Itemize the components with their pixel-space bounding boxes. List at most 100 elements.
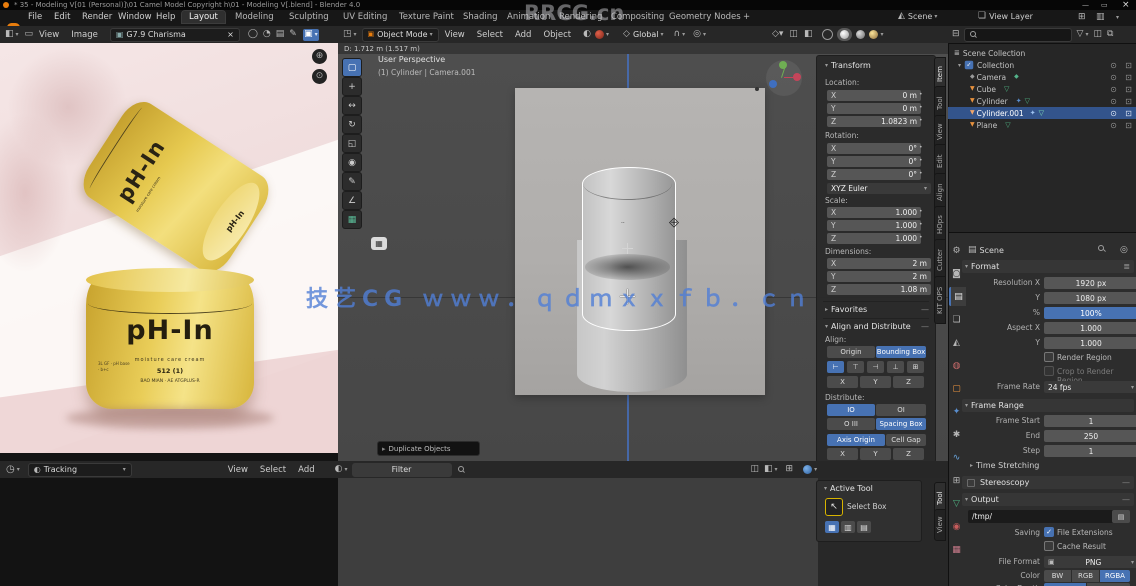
tool-option-3[interactable]: ▤ xyxy=(857,521,871,533)
gizmo-y-axis[interactable] xyxy=(779,61,787,69)
eye-icon[interactable]: ⊙ xyxy=(1106,97,1121,106)
axis-origin-button[interactable]: Axis Origin xyxy=(827,434,885,446)
display-channel-icon[interactable]: ◫ xyxy=(751,465,760,474)
properties-tab-view-layer[interactable]: ❏ xyxy=(949,310,964,329)
time-stretching-panel[interactable]: ▸ Time Stretching xyxy=(968,461,1039,470)
align-bbox-button[interactable]: Bounding Box xyxy=(876,346,926,358)
show-gizmo-icon[interactable]: ◇▾ xyxy=(772,30,783,39)
distribute-spacing-button[interactable]: Spacing Box xyxy=(876,418,926,430)
render-region-checkbox[interactable] xyxy=(1044,352,1054,362)
eye-icon[interactable]: ⊙ xyxy=(1106,109,1121,118)
eye-icon[interactable]: ⊙ xyxy=(1106,73,1121,82)
bottom-content-center[interactable] xyxy=(338,478,818,586)
resolution-x-field[interactable]: 1920 px xyxy=(1044,277,1136,289)
orientation-label[interactable]: Global xyxy=(633,30,659,39)
outliner-row-scene-collection[interactable]: ≣ Scene Collection xyxy=(948,47,1136,59)
render-visibility-icon[interactable]: ⊡ xyxy=(1121,121,1136,130)
align-axis-z[interactable]: Z xyxy=(893,376,924,388)
falloff-sphere-icon[interactable] xyxy=(595,30,604,39)
view-layer-selector[interactable]: ❏ View Layer xyxy=(978,12,1033,21)
folder-browse-button[interactable]: ▤ xyxy=(1112,510,1130,523)
bottom-menu-select[interactable]: Select xyxy=(254,465,292,475)
color-rgb-button[interactable]: RGB xyxy=(1072,570,1099,582)
bottom-content-left[interactable] xyxy=(0,478,338,586)
distribute-axis-y[interactable]: Y xyxy=(860,448,891,460)
overlay-icon[interactable]: ▤ xyxy=(276,30,285,39)
outliner-row-plane[interactable]: ▼ Plane ▽ ⊙ ⊡ xyxy=(948,119,1136,131)
transform-orientation-icon[interactable]: ◇ xyxy=(623,30,630,39)
image-zoom-button[interactable]: ⊕ xyxy=(312,49,327,64)
format-panel-header[interactable]: ▾ Format ≣ xyxy=(962,260,1134,273)
tab-geometry-nodes[interactable]: Geometry Nodes xyxy=(662,11,748,23)
tool-measure[interactable]: ∠ xyxy=(342,191,362,210)
file-format-dropdown[interactable]: ▣ PNG▾ xyxy=(1044,556,1136,568)
mode-transfer-icon[interactable]: ◐ xyxy=(583,30,591,39)
xray-icon[interactable]: ◧ xyxy=(804,30,813,39)
rotation-mode-dropdown[interactable]: XYZ Euler▾ xyxy=(827,183,931,194)
tool-transform[interactable]: ◉ xyxy=(342,153,362,172)
resolution-pct-slider[interactable]: 100% xyxy=(1044,307,1136,319)
close-button[interactable]: × xyxy=(1122,0,1130,10)
clip-mode-dropdown[interactable]: ◐ Tracking ▾ xyxy=(28,463,132,477)
rotation-y-field[interactable]: Y0° xyxy=(827,156,921,167)
lock-icon[interactable]: • xyxy=(919,145,923,151)
distribute-io-button[interactable]: IO xyxy=(827,404,875,416)
image-menu-image[interactable]: Image xyxy=(65,30,104,40)
tool-rotate[interactable]: ↻ xyxy=(342,115,362,134)
stereoscopy-checkbox[interactable] xyxy=(967,479,975,487)
image-menu-view[interactable]: View xyxy=(33,30,65,40)
minimize-button[interactable]: — xyxy=(1082,1,1089,9)
tab-add-workspace[interactable]: + xyxy=(736,11,757,23)
aspect-y-field[interactable]: 1.000 xyxy=(1044,337,1136,349)
tab-modeling[interactable]: Modeling xyxy=(228,11,281,23)
new-collection-icon[interactable]: ◫ xyxy=(1093,30,1102,39)
display-split-icon[interactable]: ◧ xyxy=(764,465,773,474)
outliner-row-cylinder-001-selected[interactable]: ▼ Cylinder.001 ✦ ▽ ⊙ ⊡ xyxy=(948,107,1136,119)
align-axis-y[interactable]: Y xyxy=(860,376,891,388)
viewport-editor-type-icon[interactable]: ◳▾ xyxy=(343,30,357,39)
collection-checkbox[interactable]: ✓ xyxy=(965,61,974,70)
shading-solid-icon[interactable] xyxy=(837,28,852,41)
align-icon-2[interactable]: ⊤ xyxy=(847,361,864,373)
properties-tab-object[interactable]: ▢ xyxy=(949,379,964,398)
scale-y-field[interactable]: Y1.000 xyxy=(827,220,921,231)
distribute-axis-x[interactable]: X xyxy=(827,448,858,460)
tool-add-cube[interactable]: ▦ xyxy=(342,210,362,229)
resolution-y-field[interactable]: 1080 px xyxy=(1044,292,1136,304)
view-mode-icon[interactable]: ▭ xyxy=(25,30,34,39)
filter-funnel-icon[interactable]: ▽▾ xyxy=(1077,30,1089,39)
output-path-field[interactable]: /tmp/ xyxy=(968,510,1116,523)
mode-selector[interactable]: ▣ Object Mode ▾ xyxy=(362,28,439,42)
output-panel-header[interactable]: ▾ Output — xyxy=(962,493,1134,506)
align-icon-1[interactable]: ⊢ xyxy=(827,361,844,373)
disclosure-icon[interactable]: ▾ xyxy=(958,62,961,69)
rotation-z-field[interactable]: Z0° xyxy=(827,169,921,180)
favorites-panel-header[interactable]: ▸ Favorites — xyxy=(823,301,929,314)
preset-icon[interactable]: ≣ xyxy=(1123,262,1130,271)
lasso-icon[interactable]: ◯ xyxy=(248,30,258,39)
lock-icon[interactable]: • xyxy=(919,209,923,215)
menu-file[interactable]: File xyxy=(22,12,48,22)
location-x-field[interactable]: X0 m xyxy=(827,90,921,101)
proportional-editing-icon[interactable]: ◎ xyxy=(693,30,701,39)
viewport-menu-view[interactable]: View xyxy=(439,30,471,40)
aspect-x-field[interactable]: 1.000 xyxy=(1044,322,1136,334)
clip-editor-type-icon[interactable]: ◷▾ xyxy=(6,465,20,475)
viewport-menu-object[interactable]: Object xyxy=(537,30,577,40)
scene-selector[interactable]: ◭ Scene ▾ xyxy=(898,12,937,21)
outliner-search-input[interactable] xyxy=(964,28,1072,42)
gizmo-x-axis[interactable] xyxy=(793,73,801,81)
lock-icon[interactable]: • xyxy=(919,158,923,164)
render-visibility-icon[interactable]: ⊡ xyxy=(1121,85,1136,94)
tool-cursor[interactable]: + xyxy=(342,77,362,96)
shading-material-icon[interactable] xyxy=(856,30,865,39)
snap-magnet-icon[interactable]: ∩ xyxy=(673,30,680,39)
color-bw-button[interactable]: BW xyxy=(1044,570,1071,582)
bottom-sidebar-tab-view[interactable]: View xyxy=(934,509,946,541)
lock-icon[interactable]: • xyxy=(919,118,923,124)
tab-layout[interactable]: Layout xyxy=(182,11,225,23)
overlays-icon[interactable]: ◫ xyxy=(789,30,798,39)
properties-tab-texture[interactable]: ▦ xyxy=(949,540,964,559)
navigation-gizmo[interactable] xyxy=(766,60,802,96)
gizmo-z-axis[interactable] xyxy=(769,80,777,88)
